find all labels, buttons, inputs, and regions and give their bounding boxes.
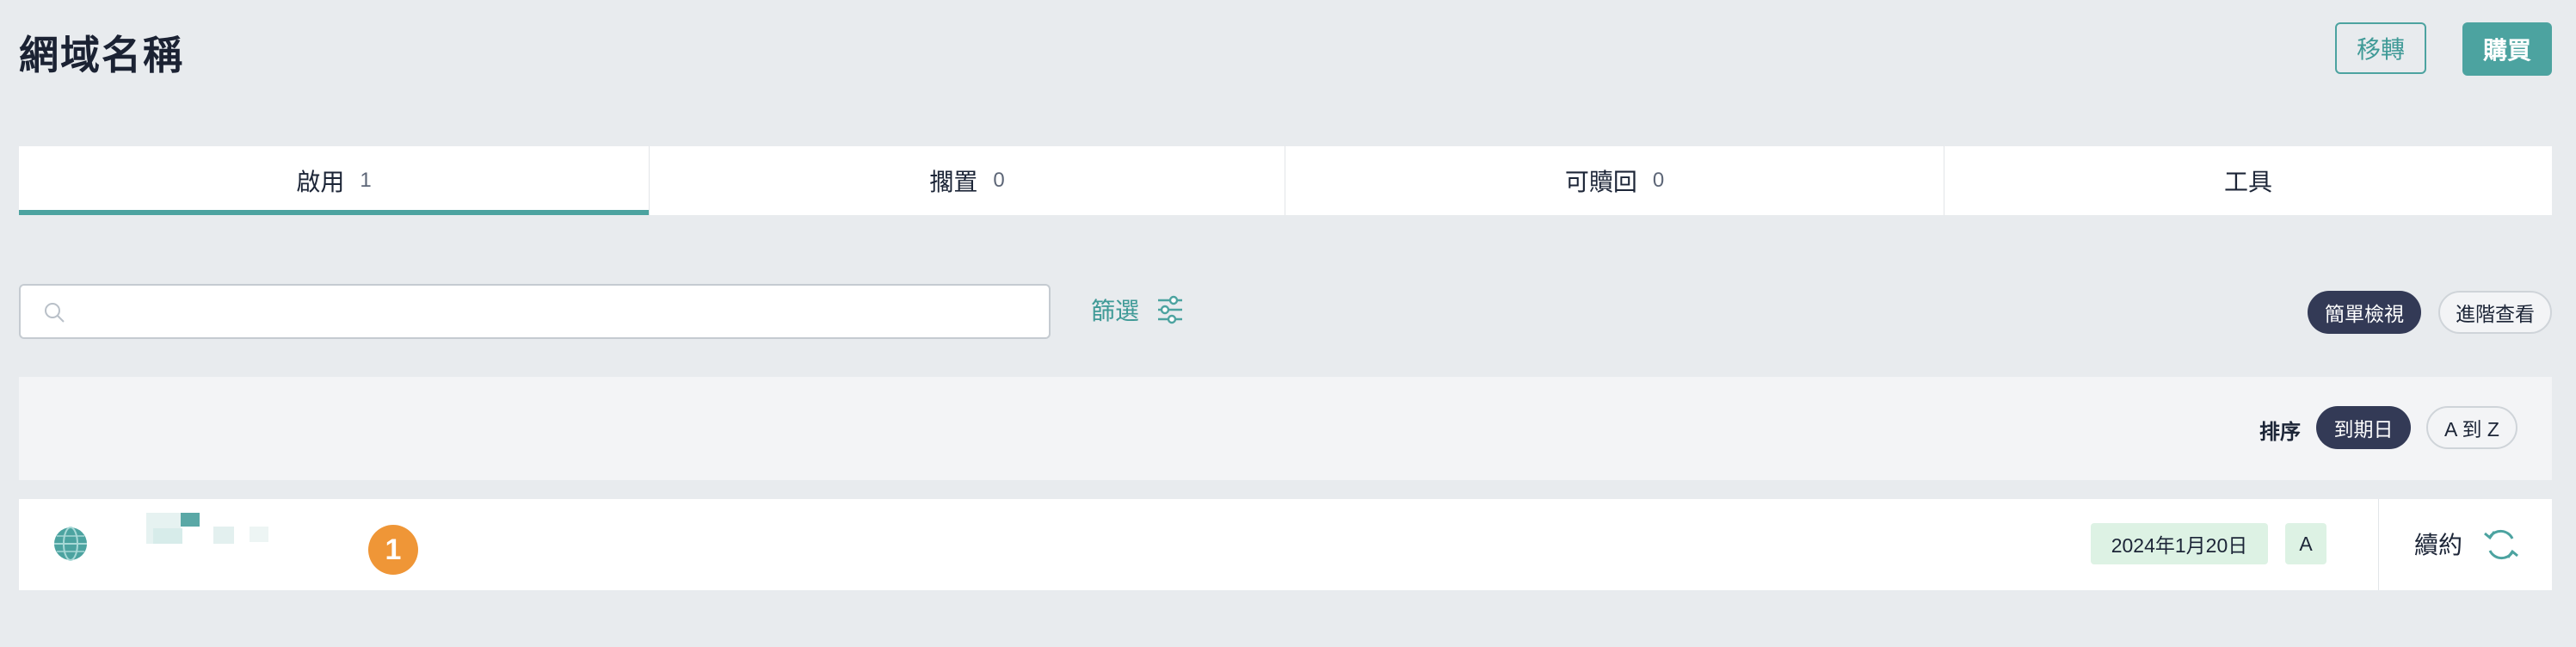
search-icon [45, 303, 65, 323]
tab-label: 啟用 [296, 169, 345, 195]
tab-label: 可贖回 [1564, 169, 1637, 195]
buy-button[interactable]: 購買 [2462, 22, 2552, 76]
sort-expiry-button[interactable]: 到期日 [2316, 406, 2411, 449]
globe-icon [54, 527, 87, 561]
count-badge: 1 [368, 525, 418, 575]
tab-count: 0 [993, 169, 1005, 192]
tab-active[interactable]: 啟用 1 [19, 146, 650, 215]
tab-label: 工具 [2223, 169, 2272, 195]
tab-redeemable[interactable]: 可贖回 0 [1285, 146, 1944, 215]
status-badge: A [2285, 523, 2326, 564]
page-title: 網域名稱 [19, 33, 184, 77]
advanced-view-button[interactable]: 進階查看 [2438, 291, 2552, 334]
filter-button[interactable]: 篩選 [1091, 293, 1184, 327]
sort-bar [19, 377, 2552, 480]
sort-az-button[interactable]: A 到 Z [2426, 406, 2517, 449]
tab-count: 0 [1652, 169, 1665, 192]
filter-label: 篩選 [1091, 298, 1140, 324]
refresh-icon[interactable] [2481, 525, 2521, 564]
domain-tabs: 啟用 1 擱置 0 可贖回 0 工具 [19, 146, 2552, 215]
tab-label: 擱置 [929, 169, 978, 195]
row-divider [2378, 499, 2379, 590]
tab-tools[interactable]: 工具 [1944, 146, 2552, 215]
sort-label: 排序 [2259, 421, 2301, 444]
transfer-button[interactable]: 移轉 [2335, 22, 2426, 74]
expiry-date-badge: 2024年1月20日 [2091, 523, 2268, 564]
tab-pending[interactable]: 擱置 0 [650, 146, 1285, 215]
tab-count: 1 [360, 169, 372, 192]
sliders-icon [1158, 295, 1183, 324]
simple-view-button[interactable]: 簡單檢視 [2308, 291, 2421, 334]
search-input[interactable] [19, 284, 1051, 339]
renew-button[interactable]: 續約 [2414, 527, 2462, 561]
